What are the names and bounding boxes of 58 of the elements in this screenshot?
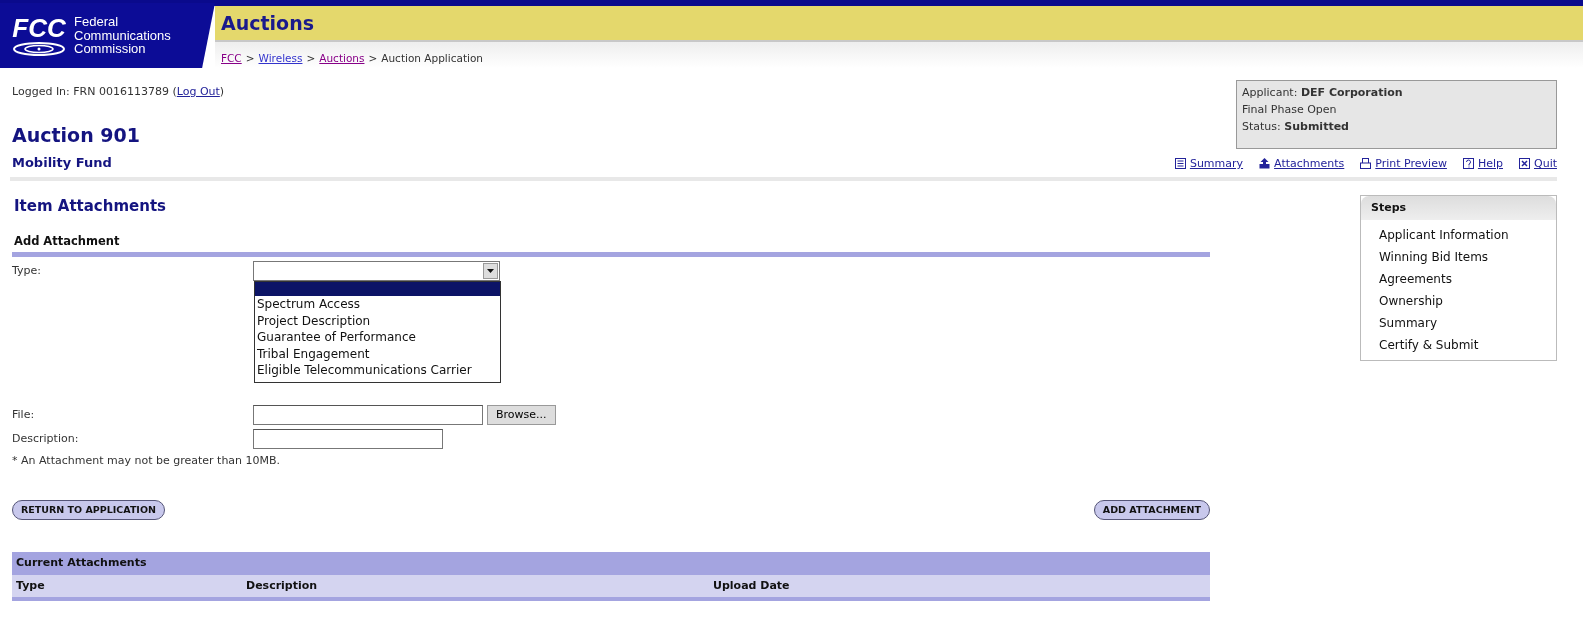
application-status: Status: Submitted — [1242, 119, 1350, 135]
step-link[interactable]: Winning Bid Items — [1361, 246, 1556, 268]
steps-heading: Steps — [1361, 195, 1556, 220]
auction-title: Auction 901 — [12, 122, 141, 148]
breadcrumb-separator: > — [368, 52, 378, 64]
login-status: Logged In: FRN 0016113789 (Log Out) — [12, 84, 225, 100]
dropdown-option[interactable]: Eligible Telecommunications Carrier — [255, 362, 500, 379]
upload-icon — [1259, 158, 1271, 169]
help-icon — [1462, 158, 1474, 169]
step-link[interactable]: Summary — [1361, 312, 1556, 334]
section-heading: Add Attachment — [12, 233, 1210, 258]
browse-button[interactable]: Browse... — [487, 405, 556, 426]
logo-text: FCC — [12, 14, 66, 41]
size-limit-note: * An Attachment may not be greater than 10MB. — [12, 453, 282, 470]
dropdown-option[interactable]: Spectrum Access — [255, 296, 500, 313]
dropdown-option[interactable]: Project Description — [255, 312, 500, 330]
return-to-application-button[interactable]: RETURN TO APPLICATION — [12, 499, 165, 520]
field-label: File: — [12, 407, 36, 423]
page-title: Item Attachments — [14, 195, 167, 217]
step-link[interactable]: Certify & Submit — [1361, 334, 1556, 356]
breadcrumb-link[interactable]: FCC — [221, 52, 242, 64]
toolbar-link[interactable]: Quit — [1519, 156, 1557, 173]
toolbar-link[interactable]: Attachments — [1259, 156, 1345, 173]
logout-link[interactable]: Log Out — [176, 85, 220, 98]
applicant-name: Applicant: DEF Corporation — [1242, 85, 1404, 101]
section-title: Auctions — [221, 10, 314, 36]
breadcrumb-current: Auction Application — [381, 52, 483, 64]
agency-name-line: Commission — [74, 42, 147, 56]
agency-name-line: Communications — [74, 28, 171, 43]
toolbar-link[interactable]: Summary — [1174, 156, 1244, 173]
column-header: Upload Date — [713, 577, 790, 594]
field-label: Type: — [12, 263, 42, 280]
phase-status: Final Phase Open — [1242, 102, 1338, 118]
dropdown-option[interactable]: Guarantee of Performance — [255, 329, 500, 346]
field-label: Description: — [12, 431, 80, 447]
file-input-field[interactable] — [253, 405, 483, 426]
step-link[interactable]: Applicant Information — [1361, 224, 1556, 246]
printer-icon — [1360, 158, 1372, 169]
auction-subtitle: Mobility Fund — [12, 154, 112, 172]
agency-name-line: Federal — [74, 15, 120, 29]
column-header: Type — [16, 577, 46, 594]
breadcrumb-link[interactable]: Auctions — [319, 52, 365, 64]
column-header: Description — [246, 577, 319, 594]
signal-waves-icon — [12, 40, 66, 57]
highlighted-blank-option[interactable] — [255, 282, 500, 297]
close-icon — [1519, 158, 1530, 169]
dropdown-option[interactable]: Tribal Engagement — [255, 345, 500, 363]
toolbar-link[interactable]: Help — [1462, 156, 1503, 173]
add-attachment-button[interactable]: ADD ATTACHMENT — [1093, 499, 1210, 520]
description-input-field[interactable] — [253, 429, 443, 450]
breadcrumb-link[interactable]: Wireless — [258, 52, 303, 64]
step-link[interactable]: Ownership — [1361, 290, 1556, 312]
breadcrumb-separator: > — [245, 52, 255, 64]
table-title: Current Attachments — [12, 552, 1210, 575]
step-link[interactable]: Agreements — [1361, 268, 1556, 290]
list-icon — [1174, 158, 1186, 169]
toolbar-link[interactable]: Print Preview — [1360, 156, 1447, 173]
breadcrumb-separator: > — [306, 52, 316, 64]
